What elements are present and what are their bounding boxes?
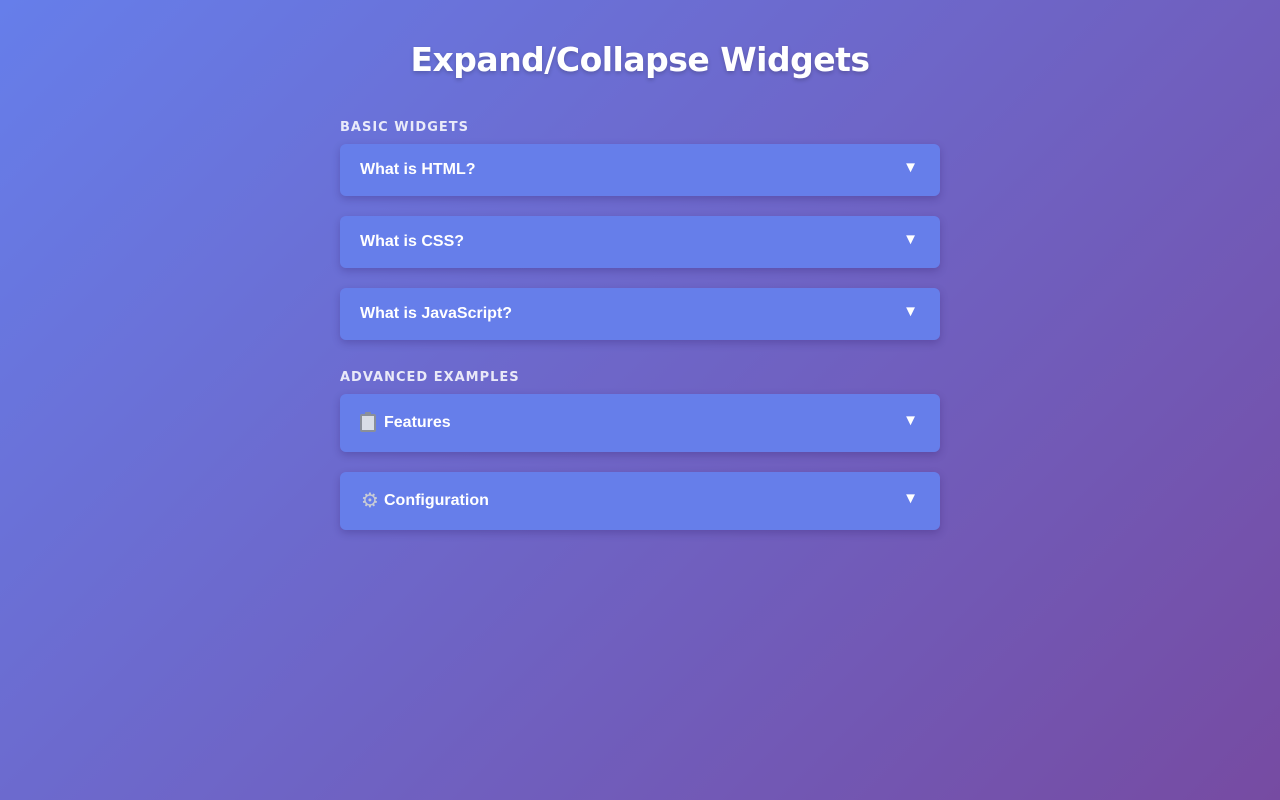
basic-widgets-section: Basic Widgets What is HTML? ▼ What is CS…: [340, 120, 940, 340]
widget-label-container: ⚙ Configuration: [360, 491, 489, 511]
chevron-down-icon: ▼: [903, 230, 918, 248]
widget-configuration[interactable]: ⚙ Configuration ▼: [340, 472, 940, 530]
widget-label: What is JavaScript?: [360, 305, 513, 322]
widget-javascript[interactable]: What is JavaScript? ▼: [340, 288, 940, 340]
page-title: Expand/Collapse Widgets: [410, 40, 870, 79]
widget-css[interactable]: What is CSS? ▼: [340, 216, 940, 268]
clipboard-icon: [360, 412, 376, 432]
widget-label-container: Features: [360, 412, 451, 432]
advanced-examples-section: Advanced Examples Features ▼ ⚙ Configura…: [340, 370, 940, 530]
widget-html[interactable]: What is HTML? ▼: [340, 144, 940, 196]
widget-label: Features: [384, 414, 451, 431]
chevron-down-icon: ▼: [903, 302, 918, 320]
widget-label: What is HTML?: [360, 161, 476, 178]
section-title-basic: Basic Widgets: [340, 120, 469, 135]
widget-features[interactable]: Features ▼: [340, 394, 940, 452]
widgets-container: Expand/Collapse Widgets Basic Widgets Wh…: [340, 0, 940, 530]
chevron-down-icon: ▼: [903, 158, 918, 176]
widget-label: Configuration: [384, 492, 489, 509]
section-title-advanced: Advanced Examples: [340, 370, 520, 385]
widget-label: What is CSS?: [360, 233, 465, 250]
chevron-down-icon: ▼: [903, 489, 918, 507]
gear-icon: ⚙: [361, 490, 379, 512]
chevron-down-icon: ▼: [903, 411, 918, 429]
